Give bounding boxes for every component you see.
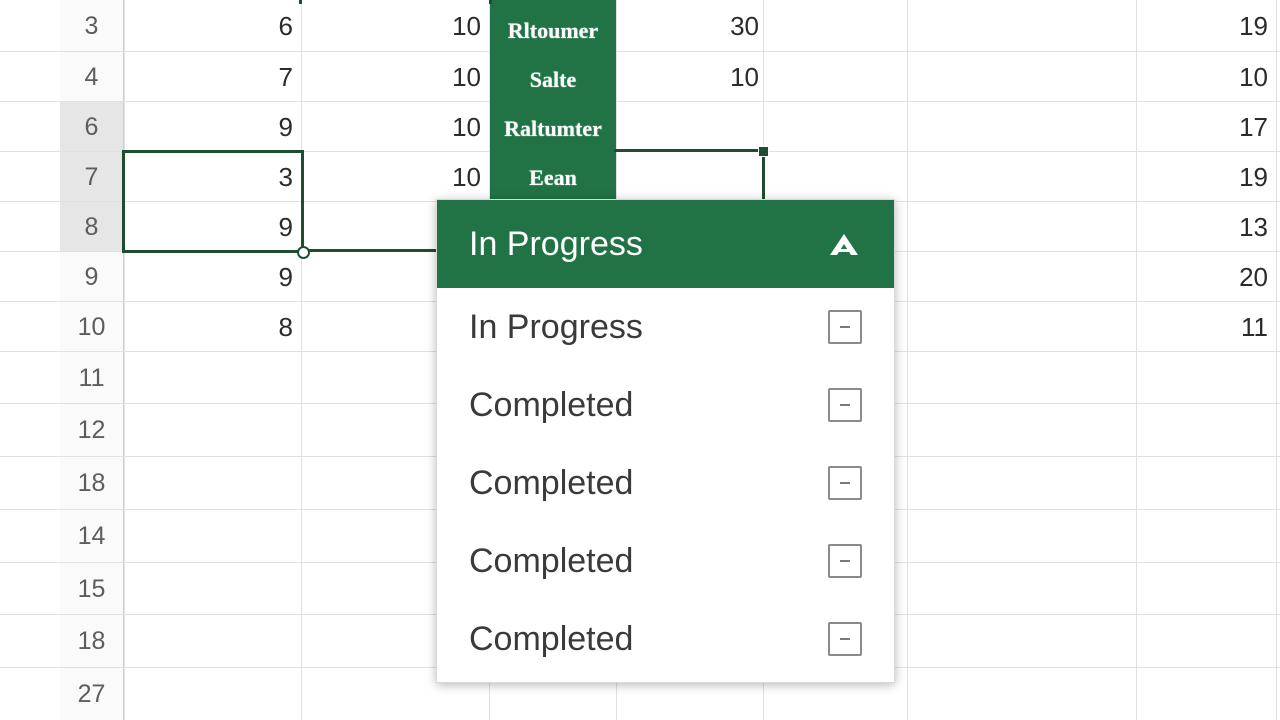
row-header[interactable]: 10 — [60, 302, 124, 352]
sheet-row: 6 9 10 17 — [0, 102, 1280, 152]
cell[interactable]: 10 — [301, 52, 489, 102]
cell[interactable]: 10 — [301, 0, 489, 52]
row-header[interactable]: 14 — [60, 510, 124, 563]
cell[interactable]: 7 — [124, 52, 301, 102]
cell[interactable]: 10 — [1136, 52, 1276, 102]
option-label: In Progress — [469, 307, 643, 346]
cell[interactable]: 9 — [124, 252, 301, 302]
cell[interactable]: 9 — [124, 202, 301, 252]
dropdown-option[interactable]: In Progress — [437, 288, 894, 366]
chevron-up-icon[interactable] — [826, 226, 862, 262]
dropdown-option[interactable]: Completed — [437, 600, 894, 678]
cell[interactable]: 30 — [616, 0, 763, 52]
cell[interactable] — [616, 102, 763, 152]
row-header[interactable]: 9 — [60, 252, 124, 302]
green-column-label[interactable]: Raltumter — [490, 104, 616, 154]
row-header[interactable]: 8 — [60, 202, 124, 252]
cell[interactable] — [616, 152, 763, 202]
row-header[interactable]: 7 — [60, 152, 124, 202]
minus-box-icon[interactable] — [828, 544, 862, 578]
dropdown-option[interactable]: Completed — [437, 366, 894, 444]
cell[interactable]: 13 — [1136, 202, 1276, 252]
status-dropdown[interactable]: In Progress In Progress Completed Comple… — [436, 199, 895, 683]
cell[interactable]: 20 — [1136, 252, 1276, 302]
option-label: Completed — [469, 619, 634, 658]
sheet-row: 4 7 10 10 10 — [0, 52, 1280, 102]
row-header[interactable]: 18 — [60, 457, 124, 510]
cell[interactable]: 6 — [124, 0, 301, 52]
cell[interactable]: 17 — [1136, 102, 1276, 152]
cell[interactable]: 3 — [124, 152, 301, 202]
row-header[interactable]: 18 — [60, 615, 124, 668]
option-label: Completed — [469, 463, 634, 502]
cell[interactable]: 10 — [616, 52, 763, 102]
cell[interactable]: 19 — [1136, 0, 1276, 52]
cell[interactable]: 19 — [1136, 152, 1276, 202]
row-header[interactable]: 4 — [60, 52, 124, 102]
dropdown-header[interactable]: In Progress — [437, 200, 894, 288]
option-label: Completed — [469, 385, 634, 424]
cell[interactable]: 8 — [124, 302, 301, 352]
dropdown-option[interactable]: Completed — [437, 522, 894, 600]
fill-handle[interactable] — [758, 146, 769, 157]
row-header[interactable]: 3 — [60, 0, 124, 52]
option-label: Completed — [469, 541, 634, 580]
sheet-row: 3 6 10 30 19 — [0, 0, 1280, 52]
cell[interactable]: 10 — [301, 102, 489, 152]
minus-box-icon[interactable] — [828, 466, 862, 500]
row-header[interactable]: 11 — [60, 352, 124, 404]
row-header[interactable]: 27 — [60, 668, 124, 720]
cell[interactable]: 9 — [124, 102, 301, 152]
row-header[interactable]: 15 — [60, 563, 124, 615]
dropdown-option[interactable]: Completed — [437, 444, 894, 522]
dropdown-selected-value: In Progress — [469, 224, 643, 263]
minus-box-icon[interactable] — [828, 388, 862, 422]
row-header[interactable]: 6 — [60, 102, 124, 152]
sheet-row: 7 3 10 19 — [0, 152, 1280, 202]
green-column-label[interactable]: Salte — [490, 56, 616, 104]
row-header[interactable]: 12 — [60, 404, 124, 457]
minus-box-icon[interactable] — [828, 622, 862, 656]
fill-handle[interactable] — [297, 246, 310, 259]
cell[interactable]: 10 — [301, 152, 489, 202]
green-column-label[interactable]: Rltoumer — [490, 6, 616, 56]
cell[interactable]: 11 — [1136, 302, 1276, 352]
minus-box-icon[interactable] — [828, 310, 862, 344]
green-column-label[interactable]: Eean — [490, 154, 616, 202]
